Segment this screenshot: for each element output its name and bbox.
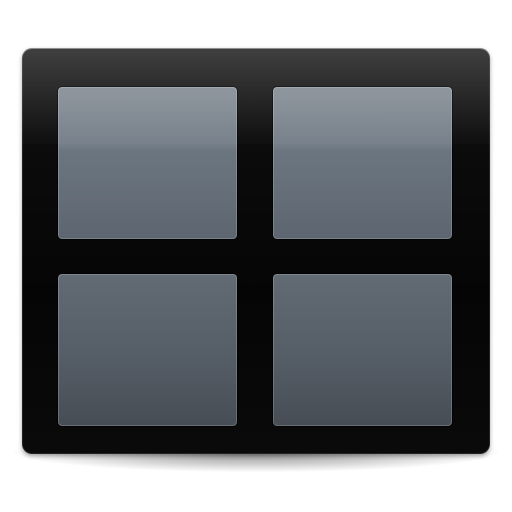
tile-bottom-left <box>58 274 237 426</box>
tile-bottom-right <box>273 274 452 426</box>
tile-top-right <box>273 87 452 239</box>
tile-top-left <box>58 87 237 239</box>
window-frame <box>22 48 490 454</box>
grid-view-icon <box>0 0 512 512</box>
